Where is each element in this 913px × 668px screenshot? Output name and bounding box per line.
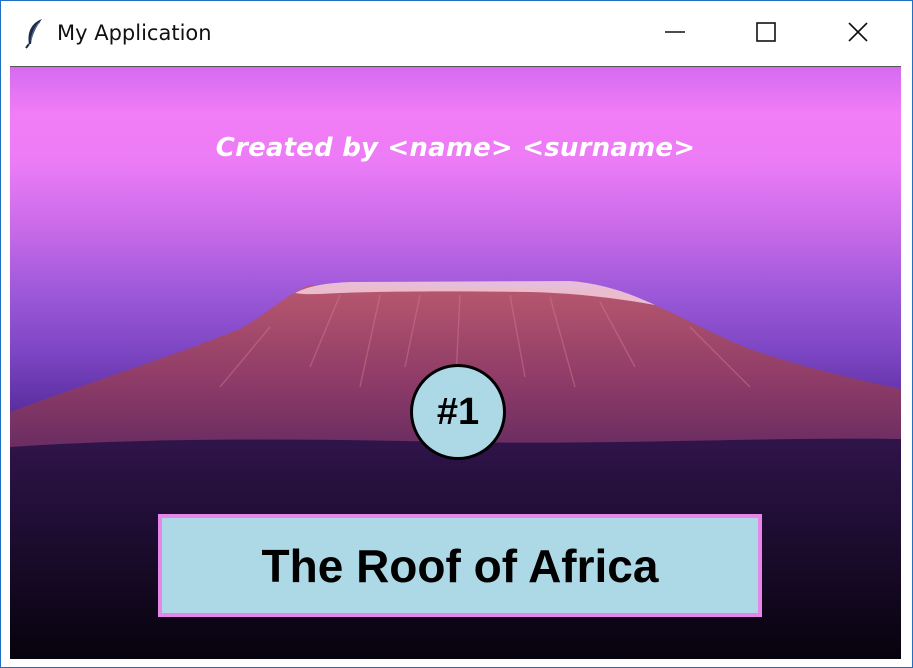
- app-canvas: Created by <name> <surname> #1 The Roof …: [10, 66, 901, 659]
- window-title: My Application: [57, 21, 212, 45]
- rank-badge: #1: [410, 364, 506, 460]
- feather-icon: [23, 17, 47, 49]
- title-bar[interactable]: My Application: [1, 1, 912, 63]
- credit-label: Created by <name> <surname>: [215, 133, 696, 163]
- title-banner-label: The Roof of Africa: [261, 539, 659, 592]
- title-banner: The Roof of Africa: [158, 514, 762, 617]
- minimize-button[interactable]: [652, 9, 698, 55]
- maximize-icon: [756, 22, 776, 42]
- rank-badge-label: #1: [436, 390, 480, 433]
- close-button[interactable]: [835, 9, 881, 55]
- maximize-button[interactable]: [743, 9, 789, 55]
- close-icon: [848, 22, 868, 42]
- application-window: My Application Created by <name> <surnam…: [0, 0, 913, 668]
- minimize-icon: [665, 31, 685, 33]
